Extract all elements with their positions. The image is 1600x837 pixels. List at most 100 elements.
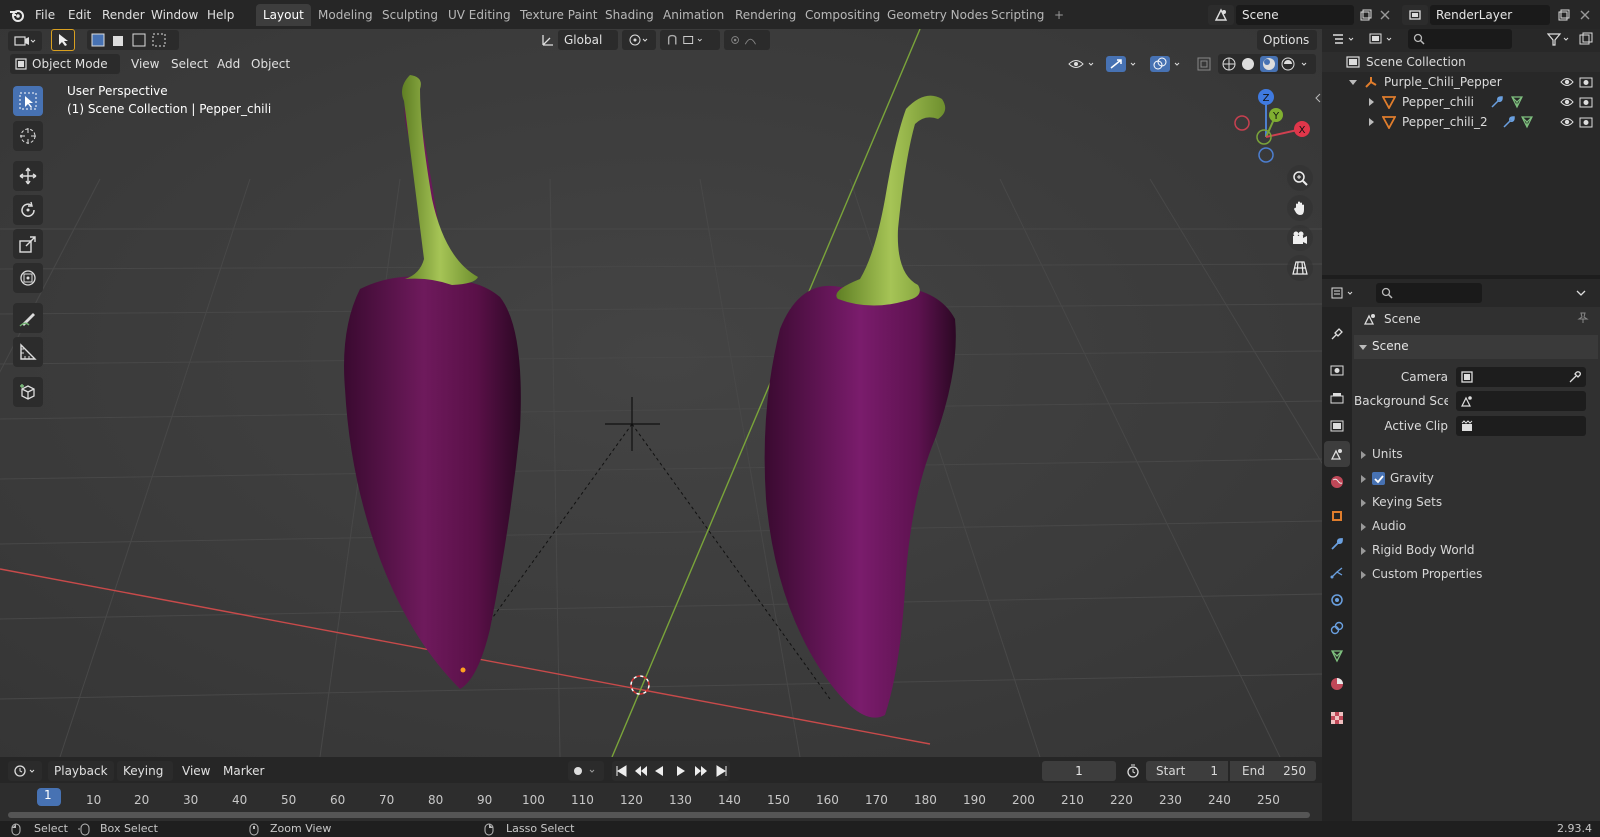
eyedropper-icon[interactable] [1568,370,1582,384]
tool-annotate[interactable] [13,303,43,333]
outliner-editor-type-icon[interactable] [1328,29,1360,49]
units-panel-header[interactable]: Units [1354,443,1598,467]
tab-layout[interactable]: Layout [256,4,311,26]
properties-editor[interactable]: Scene Scene Camera Background Sce... Act… [1322,279,1600,821]
menu-select[interactable]: Select [165,54,214,74]
tab-output[interactable] [1324,385,1350,411]
tab-object[interactable] [1324,503,1350,529]
tab-texture[interactable] [1324,705,1350,731]
mesh-data-icon[interactable] [1510,95,1524,109]
outliner-row-object[interactable]: Pepper_chili_2 [1322,112,1600,132]
snap-icon[interactable] [660,30,720,50]
scene-name-field[interactable]: Scene [1236,5,1354,25]
tab-constraints[interactable] [1324,615,1350,641]
tab-modifiers[interactable] [1324,531,1350,557]
tab-material[interactable] [1324,671,1350,697]
pin-icon[interactable] [1576,311,1590,325]
tool-transform[interactable] [13,263,43,293]
eye-icon[interactable] [1560,115,1574,129]
selection-mode-icons[interactable] [87,30,179,50]
outliner-row-collection[interactable]: Purple_Chili_Pepper [1322,72,1600,92]
mesh-data-icon[interactable] [1520,115,1534,129]
timeline-ruler[interactable]: 1 10 20 30 40 50 60 70 80 90 100 110 120… [0,783,1322,821]
render-camera-icon[interactable] [1579,75,1593,89]
view-layer-field[interactable]: RenderLayer [1430,5,1550,25]
menu-file[interactable]: File [29,5,61,25]
tab-data[interactable] [1324,643,1350,669]
menu-window[interactable]: Window [145,5,204,25]
playback-controls[interactable] [612,761,730,781]
tab-world[interactable] [1324,469,1350,495]
modifier-wrench-icon[interactable] [1490,95,1504,109]
rigid-body-world-panel-header[interactable]: Rigid Body World [1354,539,1598,563]
blender-logo-icon[interactable] [8,6,26,24]
background-scene-field[interactable] [1456,391,1586,411]
camera-view-button[interactable] [1287,225,1313,251]
menu-view[interactable]: View [125,54,165,74]
tool-move[interactable] [13,161,43,191]
filter-icon[interactable] [1544,29,1574,49]
preview-range-icon[interactable] [1122,761,1144,781]
camera-field[interactable] [1456,367,1586,387]
end-frame-field[interactable]: End 250 [1230,761,1316,781]
tab-particles[interactable] [1324,559,1350,585]
add-workspace-button[interactable]: + [1047,4,1071,26]
render-camera-icon[interactable] [1579,115,1593,129]
options-dropdown[interactable]: Options [1257,30,1317,50]
menu-help[interactable]: Help [201,5,240,25]
tool-cursor[interactable] [13,121,43,151]
gravity-panel-header[interactable]: Gravity [1354,467,1598,491]
chevron-right-icon[interactable] [1366,116,1376,128]
chevron-down-icon[interactable] [1348,76,1358,88]
chevron-right-icon[interactable] [1366,96,1376,108]
keying-sets-panel-header[interactable]: Keying Sets [1354,491,1598,515]
active-clip-field[interactable] [1456,416,1586,436]
tab-render[interactable] [1324,357,1350,383]
auto-keying-icon[interactable] [568,761,604,781]
menu-edit[interactable]: Edit [62,5,97,25]
audio-panel-header[interactable]: Audio [1354,515,1598,539]
outliner-row-scene-collection[interactable]: Scene Collection [1322,52,1600,72]
menu-object[interactable]: Object [245,54,296,74]
pivot-point-icon[interactable] [622,30,656,50]
tab-tool[interactable] [1324,321,1350,347]
menu-render[interactable]: Render [96,5,151,25]
xray-toggle-icon[interactable] [1194,54,1214,74]
menu-add[interactable]: Add [211,54,246,74]
tab-texture-paint[interactable]: Texture Paint [513,4,604,26]
tab-animation[interactable]: Animation [656,4,731,26]
tab-sculpting[interactable]: Sculpting [375,4,445,26]
scene-selector-icon[interactable] [1208,5,1234,25]
tab-geometry-nodes[interactable]: Geometry Nodes [880,4,995,26]
tab-view-layer[interactable] [1324,413,1350,439]
display-mode-icon[interactable] [1366,29,1398,49]
timeline-view-menu[interactable]: View [176,761,216,781]
view-layer-icon[interactable] [1402,5,1428,25]
tool-add-cube[interactable] [13,377,43,407]
delete-scene-icon[interactable] [1376,5,1394,25]
current-frame-field[interactable]: 1 [1042,761,1116,781]
tab-scripting[interactable]: Scripting [984,4,1051,26]
visibility-icon[interactable] [1066,54,1100,74]
toggle-ortho-button[interactable] [1287,255,1313,281]
properties-editor-type-icon[interactable] [1328,283,1360,303]
editor-type-icon[interactable] [8,31,42,51]
playback-menu[interactable]: Playback [48,761,114,781]
tab-modeling[interactable]: Modeling [311,4,380,26]
sidebar-toggle-icon[interactable] [1314,91,1322,105]
render-camera-icon[interactable] [1579,95,1593,109]
tab-uv-editing[interactable]: UV Editing [441,4,518,26]
tab-shading[interactable]: Shading [598,4,661,26]
timeline-scrollbar[interactable] [8,812,1310,818]
select-tweak-icon[interactable] [51,29,75,51]
outliner-editor[interactable]: Scene Collection Purple_Chili_Pepper Pep… [1322,29,1600,275]
tool-select-box[interactable] [13,86,43,116]
marker-menu[interactable]: Marker [217,761,270,781]
delete-view-layer-icon[interactable] [1576,5,1594,25]
overlays-toggle-icon[interactable] [1148,54,1188,74]
transform-orientation-dropdown[interactable]: Global [558,30,618,50]
eye-icon[interactable] [1560,75,1574,89]
new-collection-icon[interactable] [1576,29,1596,49]
custom-properties-panel-header[interactable]: Custom Properties [1354,563,1598,587]
timeline-editor-type-icon[interactable] [8,761,42,781]
